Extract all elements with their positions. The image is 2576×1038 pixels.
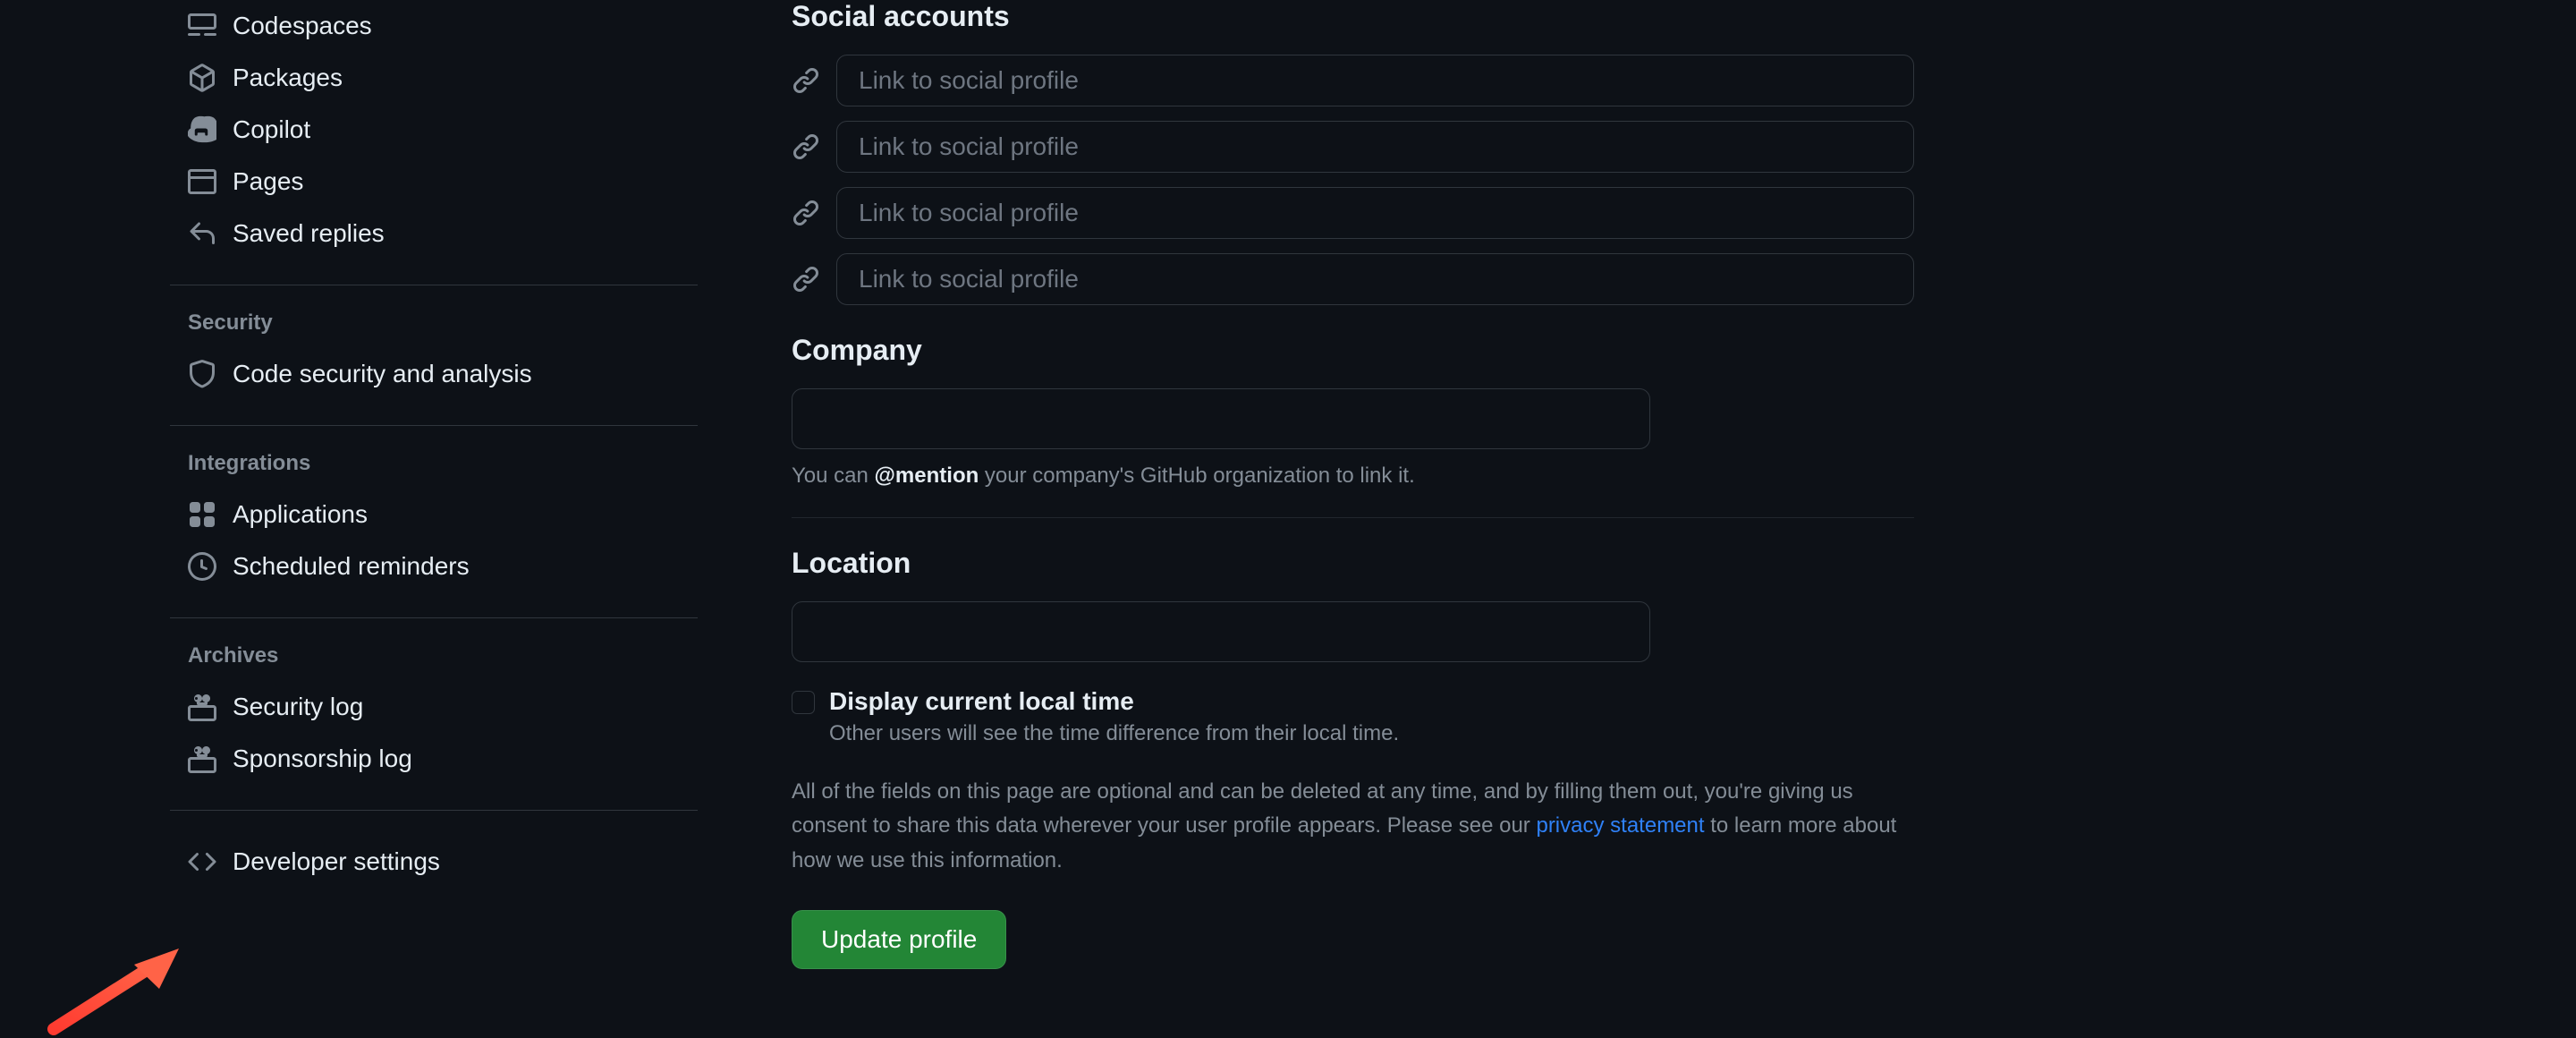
company-hint: You can @mention your company's GitHub o… [792,464,1914,489]
sidebar-item-security-log[interactable]: Security log [170,681,698,733]
display-local-time-desc: Other users will see the time difference… [829,721,1399,746]
reply-icon [188,219,216,248]
link-icon [792,132,820,161]
shield-icon [188,360,216,388]
sidebar-item-codespaces[interactable]: Codespaces [170,0,698,52]
link-icon [792,66,820,95]
sidebar-item-scheduled-reminders[interactable]: Scheduled reminders [170,540,698,592]
divider [170,810,698,811]
section-header-security: Security [170,311,698,336]
sidebar-item-label: Code security and analysis [233,360,532,388]
social-profile-input-3[interactable] [836,187,1914,239]
sidebar-item-label: Security log [233,693,363,721]
link-icon [792,199,820,227]
social-profile-input-4[interactable] [836,253,1914,305]
divider [170,425,698,426]
company-label: Company [792,334,1914,367]
sidebar-item-label: Sponsorship log [233,744,412,773]
privacy-statement-link[interactable]: privacy statement [1536,813,1704,838]
package-icon [188,64,216,92]
sidebar-item-label: Codespaces [233,12,372,40]
social-profile-input-1[interactable] [836,55,1914,106]
log-icon [188,744,216,773]
display-local-time-checkbox[interactable] [792,691,815,714]
section-header-archives: Archives [170,643,698,668]
sidebar-item-label: Copilot [233,115,310,144]
social-profile-input-2[interactable] [836,121,1914,173]
location-label: Location [792,547,1914,580]
sidebar-item-sponsorship-log[interactable]: Sponsorship log [170,733,698,785]
codespaces-icon [188,12,216,40]
sidebar-item-label: Saved replies [233,219,385,248]
sidebar-item-saved-replies[interactable]: Saved replies [170,208,698,260]
sidebar-item-label: Scheduled reminders [233,552,470,581]
display-local-time-label: Display current local time [829,687,1399,716]
sidebar-item-label: Applications [233,500,368,529]
location-input[interactable] [792,601,1650,662]
code-icon [188,847,216,876]
log-icon [188,693,216,721]
clock-icon [188,552,216,581]
sidebar-item-pages[interactable]: Pages [170,156,698,208]
sidebar-item-copilot[interactable]: Copilot [170,104,698,156]
social-accounts-label: Social accounts [792,0,1914,33]
sidebar-item-label: Packages [233,64,343,92]
divider [792,517,1914,518]
disclosure-text: All of the fields on this page are optio… [792,775,1914,878]
section-header-integrations: Integrations [170,451,698,476]
sidebar-item-label: Pages [233,167,303,196]
update-profile-button[interactable]: Update profile [792,910,1006,969]
sidebar-item-packages[interactable]: Packages [170,52,698,104]
sidebar-item-label: Developer settings [233,847,440,876]
link-icon [792,265,820,294]
company-input[interactable] [792,388,1650,449]
sidebar-item-code-security[interactable]: Code security and analysis [170,348,698,400]
apps-icon [188,500,216,529]
sidebar-item-applications[interactable]: Applications [170,489,698,540]
divider [170,617,698,618]
sidebar-item-developer-settings[interactable]: Developer settings [170,836,698,888]
copilot-icon [188,115,216,144]
browser-icon [188,167,216,196]
